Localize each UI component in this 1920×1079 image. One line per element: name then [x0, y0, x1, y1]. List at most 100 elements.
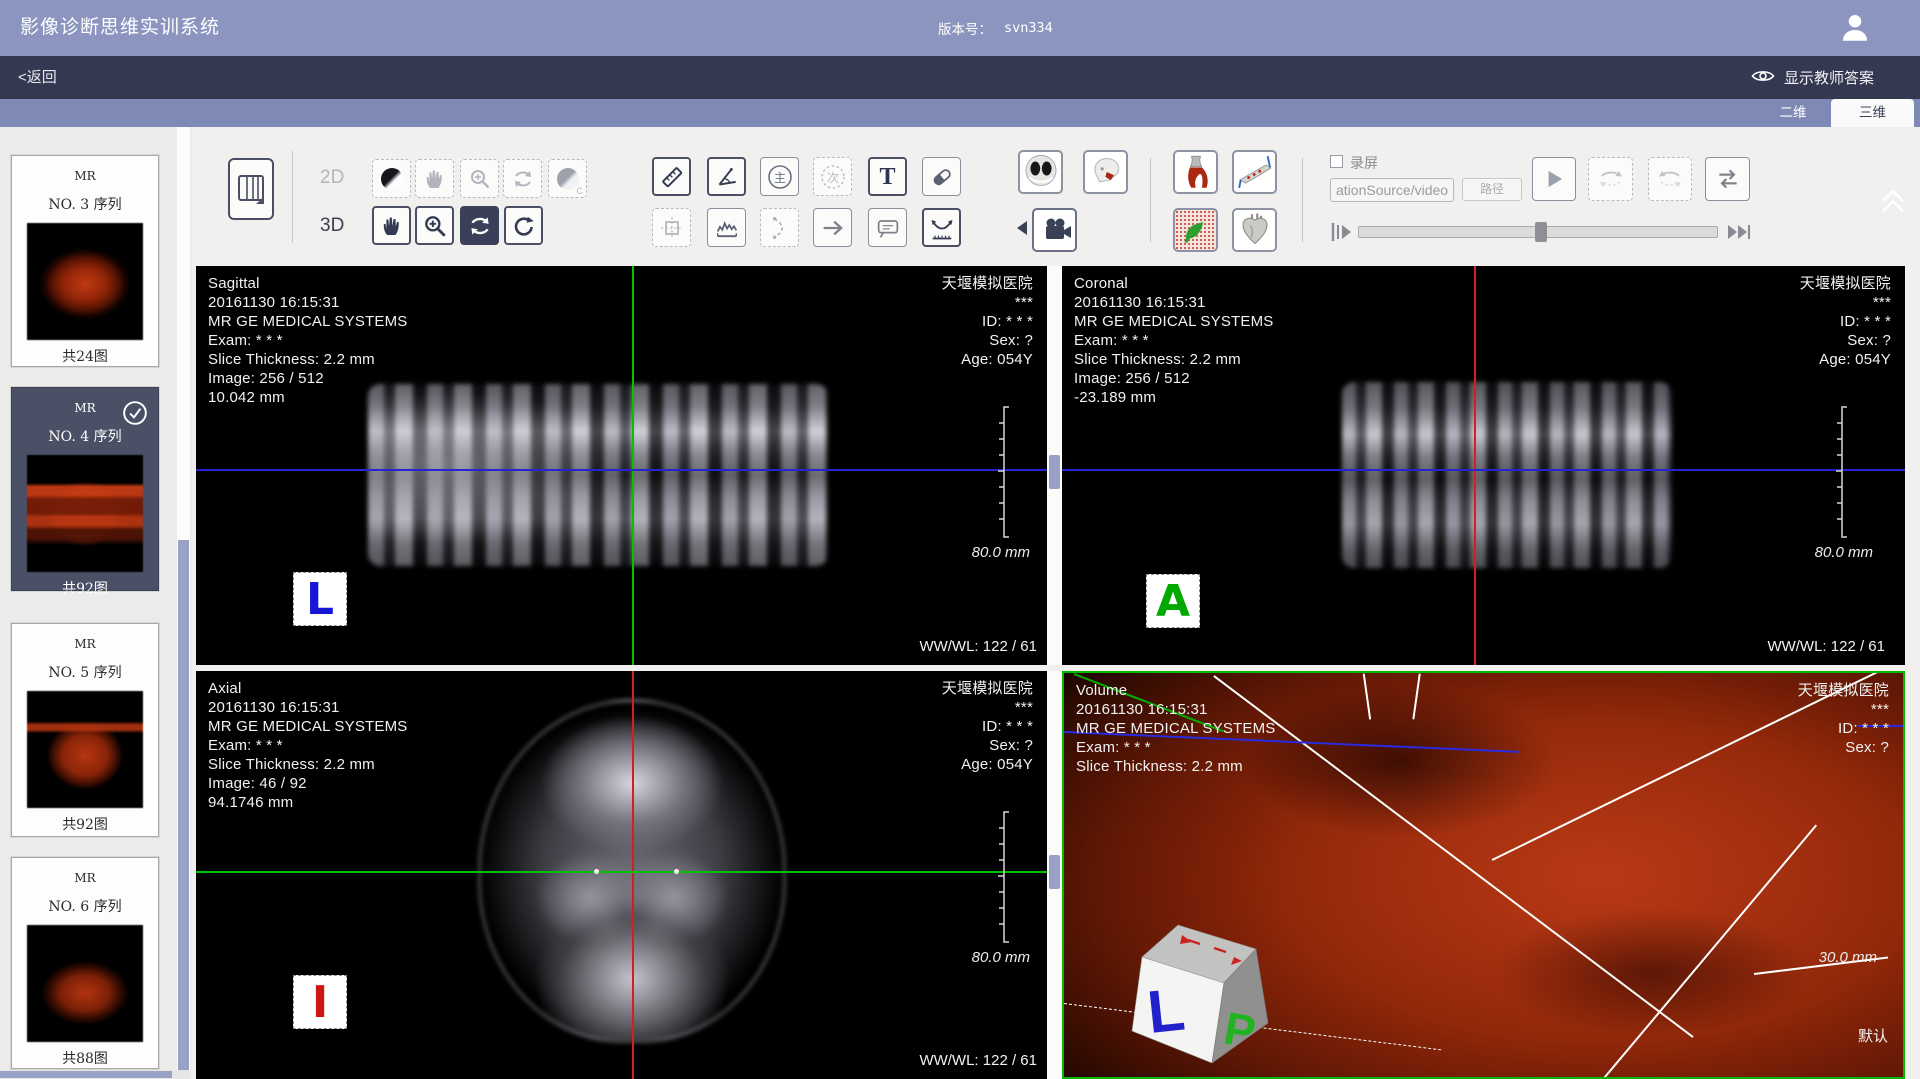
- slice-scrollbar-thumb[interactable]: [1049, 455, 1060, 489]
- knee-model-button[interactable]: [1173, 150, 1218, 194]
- series-count: 共92图: [12, 814, 158, 834]
- slice-scrollbar-top[interactable]: [1047, 266, 1062, 665]
- video-path-input[interactable]: [1330, 178, 1454, 202]
- tab-3d[interactable]: 三维: [1831, 99, 1914, 127]
- crosshair-vertical-red[interactable]: [632, 671, 634, 1079]
- collapse-toolbar-button[interactable]: [1878, 185, 1908, 220]
- back-button[interactable]: <返回: [18, 56, 57, 99]
- scale-ruler: [997, 406, 1011, 543]
- viewport-axial[interactable]: Axial 20161130 16:15:31 MR GE MEDICAL SY…: [196, 671, 1047, 1079]
- tool-annotation[interactable]: [868, 208, 907, 247]
- eye-icon: [1751, 68, 1775, 88]
- volume-info: Volume 20161130 16:15:31 MR GE MEDICAL S…: [1076, 681, 1276, 776]
- tool-main-sequence[interactable]: 主: [760, 157, 799, 196]
- toolbar: 2D C 3D 主: [192, 127, 1920, 266]
- heart-model-button[interactable]: [1232, 208, 1277, 252]
- step-backward-button[interactable]: [1330, 221, 1354, 248]
- sidebar-scrollbar-thumb[interactable]: [178, 540, 189, 1070]
- orientation-marker-left: L: [293, 572, 347, 626]
- coronal-info: Coronal 20161130 16:15:31 MR GE MEDICAL …: [1074, 274, 1274, 407]
- step-forward-button[interactable]: [1726, 221, 1758, 248]
- version-label: 版本号：: [938, 18, 992, 38]
- skull-3d-button[interactable]: [1083, 150, 1128, 194]
- sagittal-patient-info: 天堰模拟医院 *** ID: * * * Sex: ? Age: 054Y: [942, 274, 1033, 369]
- playback-slider-thumb[interactable]: [1535, 222, 1547, 242]
- tab-2d[interactable]: 二维: [1758, 99, 1828, 127]
- layout-button[interactable]: [228, 158, 274, 220]
- tool3d-rotate-active[interactable]: [460, 206, 499, 245]
- play-button[interactable]: [1532, 157, 1576, 201]
- tool-curve-measure[interactable]: [922, 208, 961, 247]
- crosshair-vertical-green[interactable]: [632, 266, 634, 665]
- path-button[interactable]: 路径: [1462, 178, 1522, 201]
- series-name: NO. 5 序列: [12, 662, 158, 682]
- series-count: 共24图: [12, 346, 158, 366]
- scale-label: 80.0 mm: [972, 544, 1030, 561]
- series-name: NO. 6 序列: [12, 896, 158, 916]
- series-thumbnail: [27, 223, 143, 340]
- tool-histogram[interactable]: [707, 208, 746, 247]
- record-label: 录屏: [1350, 153, 1378, 173]
- sidebar-scrollbar[interactable]: [177, 127, 190, 1070]
- series-name: NO. 3 序列: [12, 194, 158, 214]
- toolbar-divider: [1150, 158, 1151, 242]
- show-answer-label: 显示教师答案: [1784, 67, 1874, 88]
- coronal-patient-info: 天堰模拟医院 *** ID: * * * Sex: ? Age: 054Y: [1800, 274, 1891, 369]
- tool3d-pan[interactable]: [372, 206, 411, 245]
- crosshair-horizontal-blue[interactable]: [1062, 469, 1905, 471]
- rotate-cw-button: [1588, 157, 1633, 201]
- scale-label: 80.0 mm: [972, 949, 1030, 966]
- viewport-volume-3d[interactable]: L P Volume 20161130 16:15:31 MR GE MEDIC…: [1062, 671, 1905, 1079]
- tool-ruler[interactable]: [652, 157, 691, 196]
- mpr-slice-button[interactable]: [1018, 150, 1063, 194]
- toolbar-divider: [292, 151, 293, 243]
- viewport-row-divider: [196, 665, 1905, 671]
- segmentation-button[interactable]: [1173, 208, 1218, 252]
- tool3d-zoom-in[interactable]: [415, 206, 454, 245]
- crosshair-horizontal-blue[interactable]: [196, 469, 1047, 471]
- show-answer-button[interactable]: 显示教师答案: [1751, 56, 1874, 99]
- volume-patient-info: 天堰模拟医院 *** ID: * * * Sex: ?: [1798, 681, 1889, 757]
- series-count: 共92图: [12, 578, 158, 598]
- crosshair-vertical-red[interactable]: [1474, 266, 1476, 665]
- rotate-ccw-button: [1648, 157, 1692, 201]
- viewport-coronal[interactable]: Coronal 20161130 16:15:31 MR GE MEDICAL …: [1062, 266, 1905, 665]
- wwwl-label: WW/WL: 122 / 61: [1767, 638, 1885, 655]
- tool-arrow[interactable]: [813, 208, 852, 247]
- slice-scrollbar-bottom[interactable]: [1047, 671, 1062, 1079]
- series-card-3[interactable]: MR NO. 3 序列 共24图: [11, 155, 159, 367]
- tool-angle[interactable]: [707, 157, 746, 196]
- series-card-5[interactable]: MR NO. 5 序列 共92图: [11, 623, 159, 837]
- swap-direction-button[interactable]: [1705, 157, 1750, 201]
- series-thumbnail: [27, 455, 143, 572]
- tool-roi-box: [652, 208, 691, 247]
- series-card-6[interactable]: MR NO. 6 序列 共88图: [11, 857, 159, 1069]
- sagittal-mr-image: [368, 384, 828, 566]
- record-checkbox[interactable]: [1330, 155, 1343, 168]
- wwwl-label: WW/WL: 122 / 61: [919, 1052, 1037, 1069]
- tool-eraser[interactable]: [922, 157, 961, 196]
- orientation-cube[interactable]: L P: [1116, 919, 1296, 1074]
- implant-plate-button[interactable]: [1232, 150, 1277, 194]
- tool3d-reset-rotate[interactable]: [504, 206, 543, 245]
- sidebar-hscrollbar-thumb[interactable]: [0, 1071, 172, 1078]
- viewport-sagittal[interactable]: Sagittal 20161130 16:15:31 MR GE MEDICAL…: [196, 266, 1047, 665]
- version-info: 版本号： svn334: [938, 0, 1053, 56]
- tool-text[interactable]: T: [868, 157, 907, 196]
- series-card-4-selected[interactable]: MR NO. 4 序列 共92图: [11, 387, 159, 591]
- series-thumbnail: [27, 925, 143, 1042]
- series-modality: MR: [12, 871, 158, 885]
- slice-scrollbar-thumb[interactable]: [1049, 855, 1060, 889]
- preset-label: 默认: [1858, 1025, 1888, 1046]
- export-video-button[interactable]: [1032, 208, 1077, 252]
- crosshair-horizontal-green[interactable]: [196, 871, 1047, 873]
- scale-ruler: [1835, 406, 1849, 543]
- scale-ruler: [997, 811, 1011, 948]
- coronal-mr-image: [1342, 382, 1672, 568]
- tool-spline-curve: [760, 208, 799, 247]
- reference-point: [594, 869, 599, 874]
- tool2d-zoom-in: [460, 159, 499, 198]
- user-icon[interactable]: [1838, 11, 1872, 45]
- tool2d-rotate: [503, 159, 542, 198]
- sidebar-hscrollbar[interactable]: [0, 1070, 190, 1079]
